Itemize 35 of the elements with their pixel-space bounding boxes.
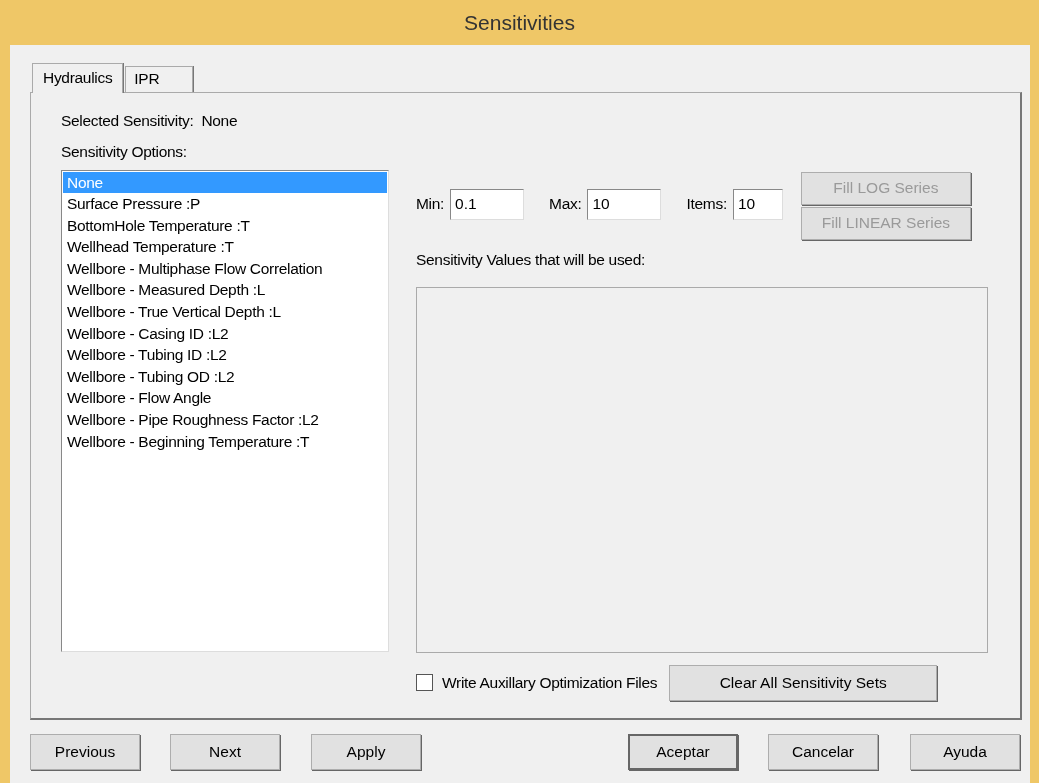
field-label: Items: bbox=[686, 194, 727, 215]
input-field[interactable]: 0.1 bbox=[450, 188, 525, 220]
input-field[interactable]: 10 bbox=[587, 188, 662, 220]
list-item[interactable]: Wellhead Temperature :T bbox=[63, 236, 387, 258]
footer-button[interactable]: Apply bbox=[311, 734, 421, 770]
selected-value: None bbox=[201, 111, 238, 131]
list-item[interactable]: Wellbore - Multiphase Flow Correlation bbox=[63, 257, 387, 280]
tab[interactable]: Hydraulics bbox=[32, 63, 124, 93]
list-item[interactable]: Wellbore - Casing ID :L2 bbox=[63, 322, 387, 345]
checkbox-label: Write Auxillary Optimization Files bbox=[442, 673, 658, 694]
list-item[interactable]: Wellbore - True Vertical Depth :L bbox=[63, 301, 387, 323]
footer-button[interactable]: Next bbox=[170, 734, 280, 770]
list-item[interactable]: BottomHole Temperature :T bbox=[63, 214, 387, 237]
field-label: Max: bbox=[549, 194, 582, 215]
field-label: Selected Sensitivity: bbox=[61, 111, 194, 131]
list-item[interactable]: Wellbore - Beginning Temperature :T bbox=[63, 430, 387, 453]
clear-button[interactable]: Clear All Sensitivity Sets bbox=[669, 664, 938, 701]
field-label: Min: bbox=[416, 194, 445, 215]
list-item[interactable]: Wellbore - Tubing ID :L2 bbox=[63, 344, 387, 366]
options-list[interactable] bbox=[61, 169, 389, 652]
footer-button[interactable]: Ayuda bbox=[910, 734, 1020, 770]
window-title: Sensitivities bbox=[463, 9, 576, 36]
list-item[interactable]: Wellbore - Flow Angle bbox=[63, 387, 387, 410]
list-item[interactable]: Wellbore - Measured Depth :L bbox=[63, 279, 387, 302]
input-field[interactable]: 10 bbox=[732, 188, 783, 220]
footer-button[interactable]: Cancelar bbox=[768, 734, 878, 770]
list-item[interactable]: Wellbore - Pipe Roughness Factor :L2 bbox=[63, 409, 387, 431]
list-item[interactable]: Surface Pressure :P bbox=[63, 193, 387, 215]
section-label: Sensitivity Options: bbox=[61, 142, 188, 163]
tab[interactable]: IPR bbox=[125, 66, 194, 92]
list-item[interactable]: Wellbore - Tubing OD :L2 bbox=[63, 365, 387, 388]
footer-button[interactable]: Previous bbox=[30, 734, 140, 770]
section-label: Sensitivity Values that will be used: bbox=[416, 249, 646, 270]
checkbox[interactable] bbox=[416, 674, 433, 692]
footer-button[interactable]: Aceptar bbox=[628, 734, 738, 770]
